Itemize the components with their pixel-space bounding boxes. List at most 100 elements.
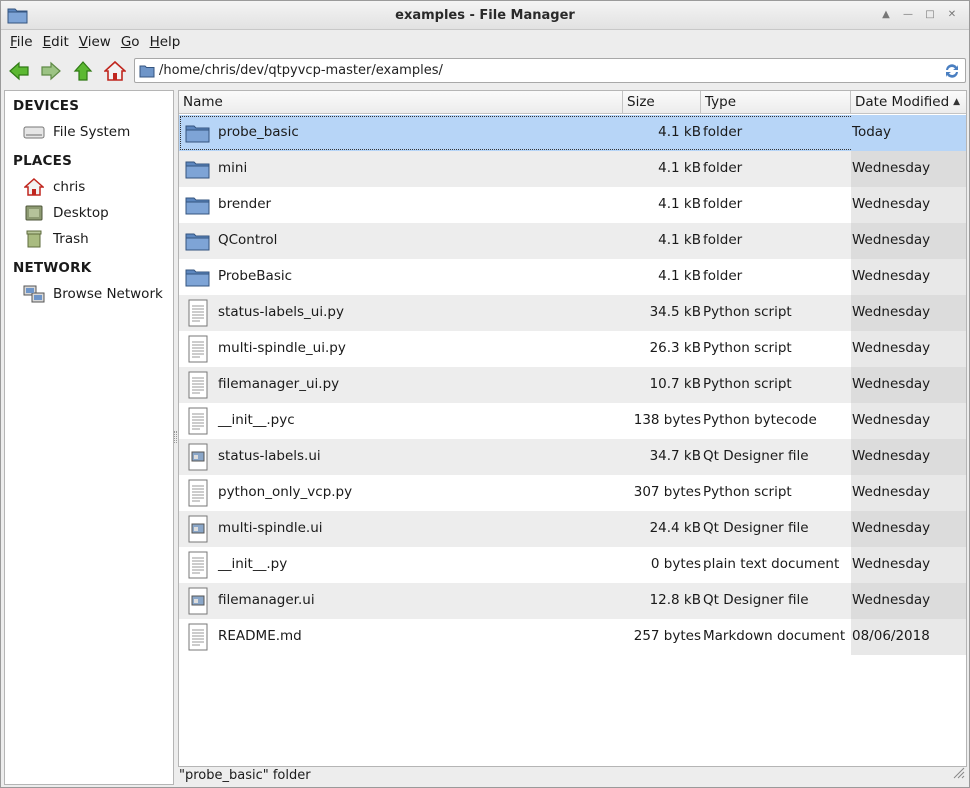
menu-file[interactable]: File bbox=[5, 34, 38, 50]
file-size: 34.5 kB bbox=[649, 304, 701, 320]
status-bar: "probe_basic" folder bbox=[179, 768, 311, 783]
file-type: Markdown document bbox=[703, 628, 846, 644]
minimize-icon[interactable]: — bbox=[899, 7, 917, 23]
file-list: Name Size Type Date Modified ▲ probe_bas… bbox=[178, 90, 967, 767]
back-button[interactable] bbox=[5, 57, 33, 85]
menu-go[interactable]: Go bbox=[116, 34, 145, 50]
file-size: 4.1 kB bbox=[658, 268, 701, 284]
file-date: Wednesday bbox=[852, 376, 931, 392]
sidebar-item-browse-network[interactable]: Browse Network bbox=[23, 283, 163, 305]
table-row[interactable]: README.md 257 bytes Markdown document 08/06… bbox=[179, 619, 966, 655]
file-date: Wednesday bbox=[852, 196, 931, 212]
home-button[interactable] bbox=[101, 57, 129, 85]
file-date: 08/06/2018 bbox=[852, 628, 930, 644]
file-type: folder bbox=[703, 196, 743, 212]
file-name: probe_basic bbox=[218, 124, 299, 140]
file-name: multi-spindle.ui bbox=[218, 520, 323, 536]
sidebar-item-trash[interactable]: Trash bbox=[23, 228, 89, 250]
menu-edit[interactable]: Edit bbox=[38, 34, 74, 50]
table-row[interactable]: mini 4.1 kB folder Wednesday bbox=[179, 151, 966, 187]
up-button[interactable] bbox=[69, 57, 97, 85]
table-row[interactable]: status-labels_ui.py 34.5 kB Python script W… bbox=[179, 295, 966, 331]
text-file-icon bbox=[184, 551, 212, 579]
file-type: Python script bbox=[703, 304, 792, 320]
file-type: Python script bbox=[703, 376, 792, 392]
file-type: folder bbox=[703, 232, 743, 248]
file-size: 4.1 kB bbox=[658, 196, 701, 212]
text-file-icon bbox=[184, 335, 212, 363]
sidebar-item-desktop[interactable]: Desktop bbox=[23, 202, 109, 224]
column-header: Name Size Type Date Modified ▲ bbox=[179, 91, 966, 114]
reload-icon[interactable] bbox=[943, 62, 961, 84]
file-name: __init__.py bbox=[218, 556, 288, 572]
table-row[interactable]: brender 4.1 kB folder Wednesday bbox=[179, 187, 966, 223]
sidebar-item-file-system[interactable]: File System bbox=[23, 121, 130, 143]
file-date: Wednesday bbox=[852, 412, 931, 428]
folder-icon bbox=[139, 64, 155, 82]
home-icon bbox=[23, 177, 45, 197]
table-row[interactable]: filemanager.ui 12.8 kB Qt Designer file Wed… bbox=[179, 583, 966, 619]
table-row[interactable]: QControl 4.1 kB folder Wednesday bbox=[179, 223, 966, 259]
forward-button[interactable] bbox=[37, 57, 65, 85]
file-type: Python script bbox=[703, 484, 792, 500]
image-file-icon bbox=[184, 515, 212, 543]
table-row[interactable]: multi-spindle.ui 24.4 kB Qt Designer file W… bbox=[179, 511, 966, 547]
file-date: Wednesday bbox=[852, 520, 931, 536]
table-row[interactable]: ProbeBasic 4.1 kB folder Wednesday bbox=[179, 259, 966, 295]
title-bar[interactable]: examples - File Manager ▲ — □ ✕ bbox=[1, 1, 969, 30]
pane-splitter[interactable] bbox=[174, 431, 177, 443]
location-bar[interactable]: /home/chris/dev/qtpyvcp-master/examples/ bbox=[134, 58, 966, 83]
table-row[interactable]: multi-spindle_ui.py 26.3 kB Python script W… bbox=[179, 331, 966, 367]
file-size: 10.7 kB bbox=[649, 376, 701, 392]
sidebar-item-home[interactable]: chris bbox=[23, 176, 85, 198]
file-name: brender bbox=[218, 196, 272, 212]
resize-grip-icon[interactable] bbox=[951, 765, 965, 783]
drive-icon bbox=[23, 122, 45, 142]
table-row[interactable]: python_only_vcp.py 307 bytes Python script… bbox=[179, 475, 966, 511]
text-file-icon bbox=[184, 407, 212, 435]
table-row[interactable]: __init__.pyc 138 bytes Python bytecode Wedn… bbox=[179, 403, 966, 439]
shade-icon[interactable]: ▲ bbox=[877, 7, 895, 23]
menu-view[interactable]: View bbox=[74, 34, 116, 50]
location-path: /home/chris/dev/qtpyvcp-master/examples/ bbox=[159, 63, 443, 78]
file-size: 34.7 kB bbox=[649, 448, 701, 464]
file-size: 26.3 kB bbox=[649, 340, 701, 356]
file-size: 257 bytes bbox=[633, 628, 701, 644]
file-date: Wednesday bbox=[852, 232, 931, 248]
file-date: Wednesday bbox=[852, 484, 931, 500]
folder-icon bbox=[184, 227, 212, 255]
sidebar-item-label: File System bbox=[53, 124, 131, 140]
column-type[interactable]: Type bbox=[701, 91, 851, 114]
sidebar-item-label: Trash bbox=[53, 231, 89, 247]
column-size[interactable]: Size bbox=[623, 91, 701, 114]
file-date: Today bbox=[852, 124, 892, 140]
file-date: Wednesday bbox=[852, 592, 931, 608]
file-name: status-labels_ui.py bbox=[218, 304, 344, 320]
file-name: multi-spindle_ui.py bbox=[218, 340, 346, 356]
column-date-modified[interactable]: Date Modified ▲ bbox=[851, 91, 966, 114]
devices-heading: DEVICES bbox=[13, 98, 80, 114]
image-file-icon bbox=[184, 587, 212, 615]
file-size: 4.1 kB bbox=[658, 160, 701, 176]
close-icon[interactable]: ✕ bbox=[943, 7, 961, 23]
file-name: mini bbox=[218, 160, 248, 176]
text-file-icon bbox=[184, 299, 212, 327]
menu-help[interactable]: Help bbox=[145, 34, 186, 50]
text-file-icon bbox=[184, 623, 212, 651]
file-size: 4.1 kB bbox=[658, 124, 701, 140]
text-file-icon bbox=[184, 371, 212, 399]
table-row[interactable]: filemanager_ui.py 10.7 kB Python script Wed… bbox=[179, 367, 966, 403]
table-row[interactable]: status-labels.ui 34.7 kB Qt Designer file W… bbox=[179, 439, 966, 475]
trash-icon bbox=[23, 229, 45, 249]
back-arrow-icon bbox=[9, 61, 29, 81]
folder-icon bbox=[184, 119, 212, 147]
column-name[interactable]: Name bbox=[179, 91, 623, 114]
file-rows: probe_basic 4.1 kB folder Today mini 4.1 kB fo… bbox=[179, 115, 966, 655]
file-date: Wednesday bbox=[852, 556, 931, 572]
file-size: 24.4 kB bbox=[649, 520, 701, 536]
table-row[interactable]: probe_basic 4.1 kB folder Today bbox=[179, 115, 966, 151]
table-row[interactable]: __init__.py 0 bytes plain text document Wed… bbox=[179, 547, 966, 583]
file-name: __init__.pyc bbox=[218, 412, 295, 428]
file-name: python_only_vcp.py bbox=[218, 484, 353, 500]
maximize-icon[interactable]: □ bbox=[921, 7, 939, 23]
